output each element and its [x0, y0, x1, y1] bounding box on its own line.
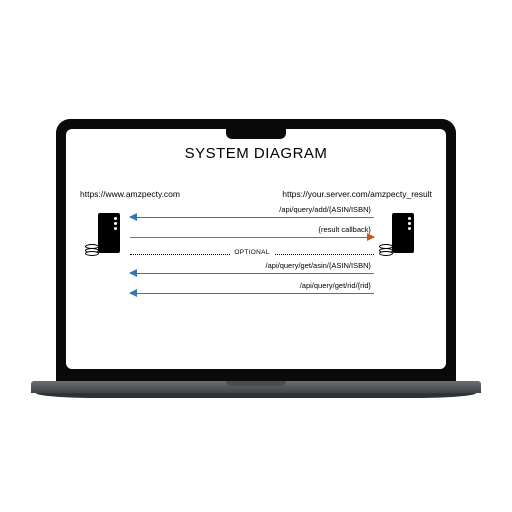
- destination-url: https://your.server.com/amzpecty_result: [282, 189, 432, 199]
- arrow-get-rid: /api/query/get/rid/{rid}: [130, 283, 374, 303]
- arrow-lane: /api/query/add/{ASIN/ISBN} {result callb…: [130, 207, 374, 303]
- arrowhead-right-icon: [367, 233, 375, 241]
- arrow-get-asin: /api/query/get/asin/{ASIN/ISBN}: [130, 263, 374, 283]
- arrowhead-left-icon: [129, 289, 137, 297]
- arrow-add-query: /api/query/add/{ASIN/ISBN}: [130, 207, 374, 227]
- screen: SYSTEM DIAGRAM https://www.amzpecty.com …: [66, 129, 446, 369]
- arrow-label: /api/query/add/{ASIN/ISBN}: [278, 205, 372, 214]
- camera-notch: [226, 129, 286, 139]
- server-left-icon: [88, 213, 120, 253]
- arrowhead-left-icon: [129, 269, 137, 277]
- laptop-lid: SYSTEM DIAGRAM https://www.amzpecty.com …: [56, 119, 456, 381]
- arrow-label: /api/query/get/asin/{ASIN/ISBN}: [265, 261, 372, 270]
- server-right-icon: [382, 213, 414, 253]
- laptop-frame: SYSTEM DIAGRAM https://www.amzpecty.com …: [31, 119, 481, 393]
- arrowhead-left-icon: [129, 213, 137, 221]
- arrow-callback: {result callback}: [130, 227, 374, 247]
- origin-url: https://www.amzpecty.com: [80, 189, 180, 199]
- arrow-label: {result callback}: [317, 225, 372, 234]
- trackpad-indent: [226, 381, 286, 386]
- laptop-base: [31, 381, 481, 393]
- arrow-label: /api/query/get/rid/{rid}: [299, 281, 372, 290]
- optional-label: OPTIONAL: [230, 249, 273, 256]
